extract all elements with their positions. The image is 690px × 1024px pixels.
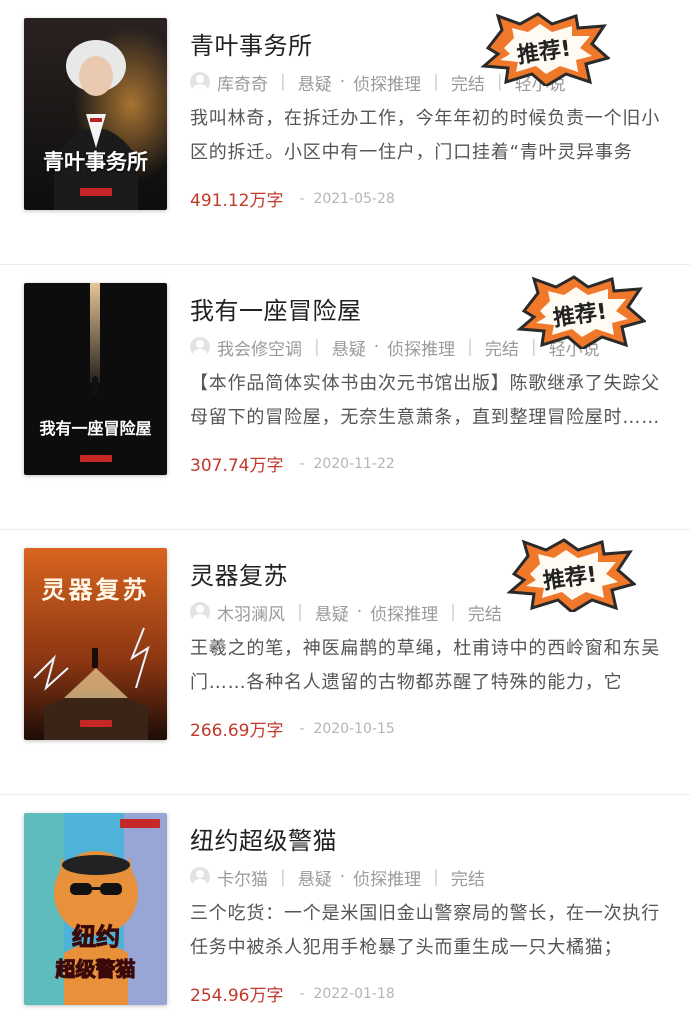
author-avatar-icon (190, 602, 210, 622)
book-description: 王羲之的笔，神医扁鹊的草绳，杜甫诗中的西岭窗和东吴门……各种名人遗留的古物都苏醒… (190, 638, 660, 693)
word-count: 254.96万字 (190, 986, 284, 1006)
word-count: 266.69万字 (190, 721, 284, 741)
cover-title: 灵器复苏 (41, 575, 150, 604)
recommend-badge: 推荐! (506, 538, 636, 612)
author-name[interactable]: 我会修空调 (217, 335, 302, 360)
book-title[interactable]: 我有一座冒险屋 (190, 291, 362, 326)
book-description: 三个吃货：一个是米国旧金山警察局的警长，在一次执行任务中被杀人犯用手枪暴了头而重… (190, 903, 660, 958)
divider: | (433, 867, 439, 887)
word-count: 491.12万字 (190, 191, 284, 211)
divider: | (280, 72, 286, 92)
book-cover[interactable]: 我有一座冒险屋 (24, 283, 167, 475)
word-count: 307.74万字 (190, 456, 284, 476)
book-stats: 307.74万字 - 2020-11-22 (190, 451, 395, 477)
subcategory[interactable]: 侦探推理 (387, 335, 455, 360)
publisher-logo (120, 819, 160, 828)
book-description: 我叫林奇，在拆迁办工作，今年年初的时候负责一个旧小区的拆迁。小区中有一住户，门口… (190, 108, 660, 163)
publisher-logo (80, 720, 112, 727)
update-date: - 2021-05-28 (299, 190, 395, 207)
cover-image (24, 283, 167, 475)
dot-separator: · (356, 602, 363, 622)
cover-title: 超级警猫 (55, 957, 136, 982)
author-name[interactable]: 卡尔猫 (217, 865, 268, 890)
book-item[interactable]: 灵器复苏 灵器复苏 木羽澜风 | 悬疑 · 侦探推理 | 完结 王羲之的笔，神医… (0, 530, 690, 795)
recommend-badge: 推荐! (516, 275, 646, 349)
svg-text:纽约: 纽约 (72, 923, 120, 951)
subcategory[interactable]: 侦探推理 (353, 865, 421, 890)
book-title[interactable]: 纽约超级警猫 (190, 821, 337, 856)
update-date: - 2020-10-15 (299, 720, 395, 737)
update-date: - 2020-11-22 (299, 455, 395, 472)
divider: | (450, 602, 456, 622)
category[interactable]: 悬疑 (298, 865, 332, 890)
book-item[interactable]: 纽约 超级警猫 纽约超级警猫 卡尔猫 | 悬疑 · 侦探推理 | 完结 三个吃货… (0, 795, 690, 1024)
divider: | (467, 337, 473, 357)
author-avatar-icon (190, 867, 210, 887)
status: 完结 (450, 869, 485, 890)
book-title[interactable]: 青叶事务所 (190, 26, 313, 61)
recommend-badge: 推荐! (480, 12, 610, 86)
divider: | (433, 72, 439, 92)
author-avatar-icon (190, 337, 210, 357)
category[interactable]: 悬疑 (315, 600, 349, 625)
book-stats: 254.96万字 - 2022-01-18 (190, 981, 395, 1007)
author-name[interactable]: 木羽澜风 (217, 600, 285, 625)
author-avatar-icon (190, 72, 210, 92)
category[interactable]: 悬疑 (332, 335, 366, 360)
category[interactable]: 悬疑 (298, 70, 332, 95)
book-item[interactable]: 我有一座冒险屋 我有一座冒险屋 我会修空调 | 悬疑 · 侦探推理 | 完结 |… (0, 265, 690, 530)
update-date: - 2022-01-18 (299, 985, 395, 1002)
book-cover[interactable]: 纽约 超级警猫 (24, 813, 167, 1005)
divider: | (280, 867, 286, 887)
book-stats: 491.12万字 - 2021-05-28 (190, 186, 395, 212)
subcategory[interactable]: 侦探推理 (370, 600, 438, 625)
cover-image (24, 18, 167, 210)
dot-separator: · (373, 337, 380, 357)
book-description: 【本作品简体实体书由次元书馆出版】陈歌继承了失踪父母留下的冒险屋，无奈生意萧条，… (190, 373, 660, 428)
status: 完结 (467, 604, 502, 625)
dot-separator: · (339, 867, 346, 887)
divider: | (297, 602, 303, 622)
publisher-logo (80, 188, 112, 196)
author-name[interactable]: 库奇奇 (217, 70, 268, 95)
publisher-logo (80, 455, 112, 462)
book-meta: 卡尔猫 | 悬疑 · 侦探推理 | 完结 (190, 865, 485, 890)
book-cover[interactable]: 青叶事务所 (24, 18, 167, 210)
dot-separator: · (339, 72, 346, 92)
book-meta: 木羽澜风 | 悬疑 · 侦探推理 | 完结 (190, 600, 502, 625)
book-item[interactable]: 青叶事务所 青叶事务所 库奇奇 | 悬疑 · 侦探推理 | 完结 | 轻小说 我… (0, 0, 690, 265)
book-title[interactable]: 灵器复苏 (190, 556, 288, 591)
cover-title: 青叶事务所 (43, 149, 148, 174)
subcategory[interactable]: 侦探推理 (353, 70, 421, 95)
divider: | (314, 337, 320, 357)
status: 完结 (484, 339, 519, 360)
book-cover[interactable]: 灵器复苏 (24, 548, 167, 740)
cover-title: 我有一座冒险屋 (39, 419, 152, 438)
book-stats: 266.69万字 - 2020-10-15 (190, 716, 395, 742)
